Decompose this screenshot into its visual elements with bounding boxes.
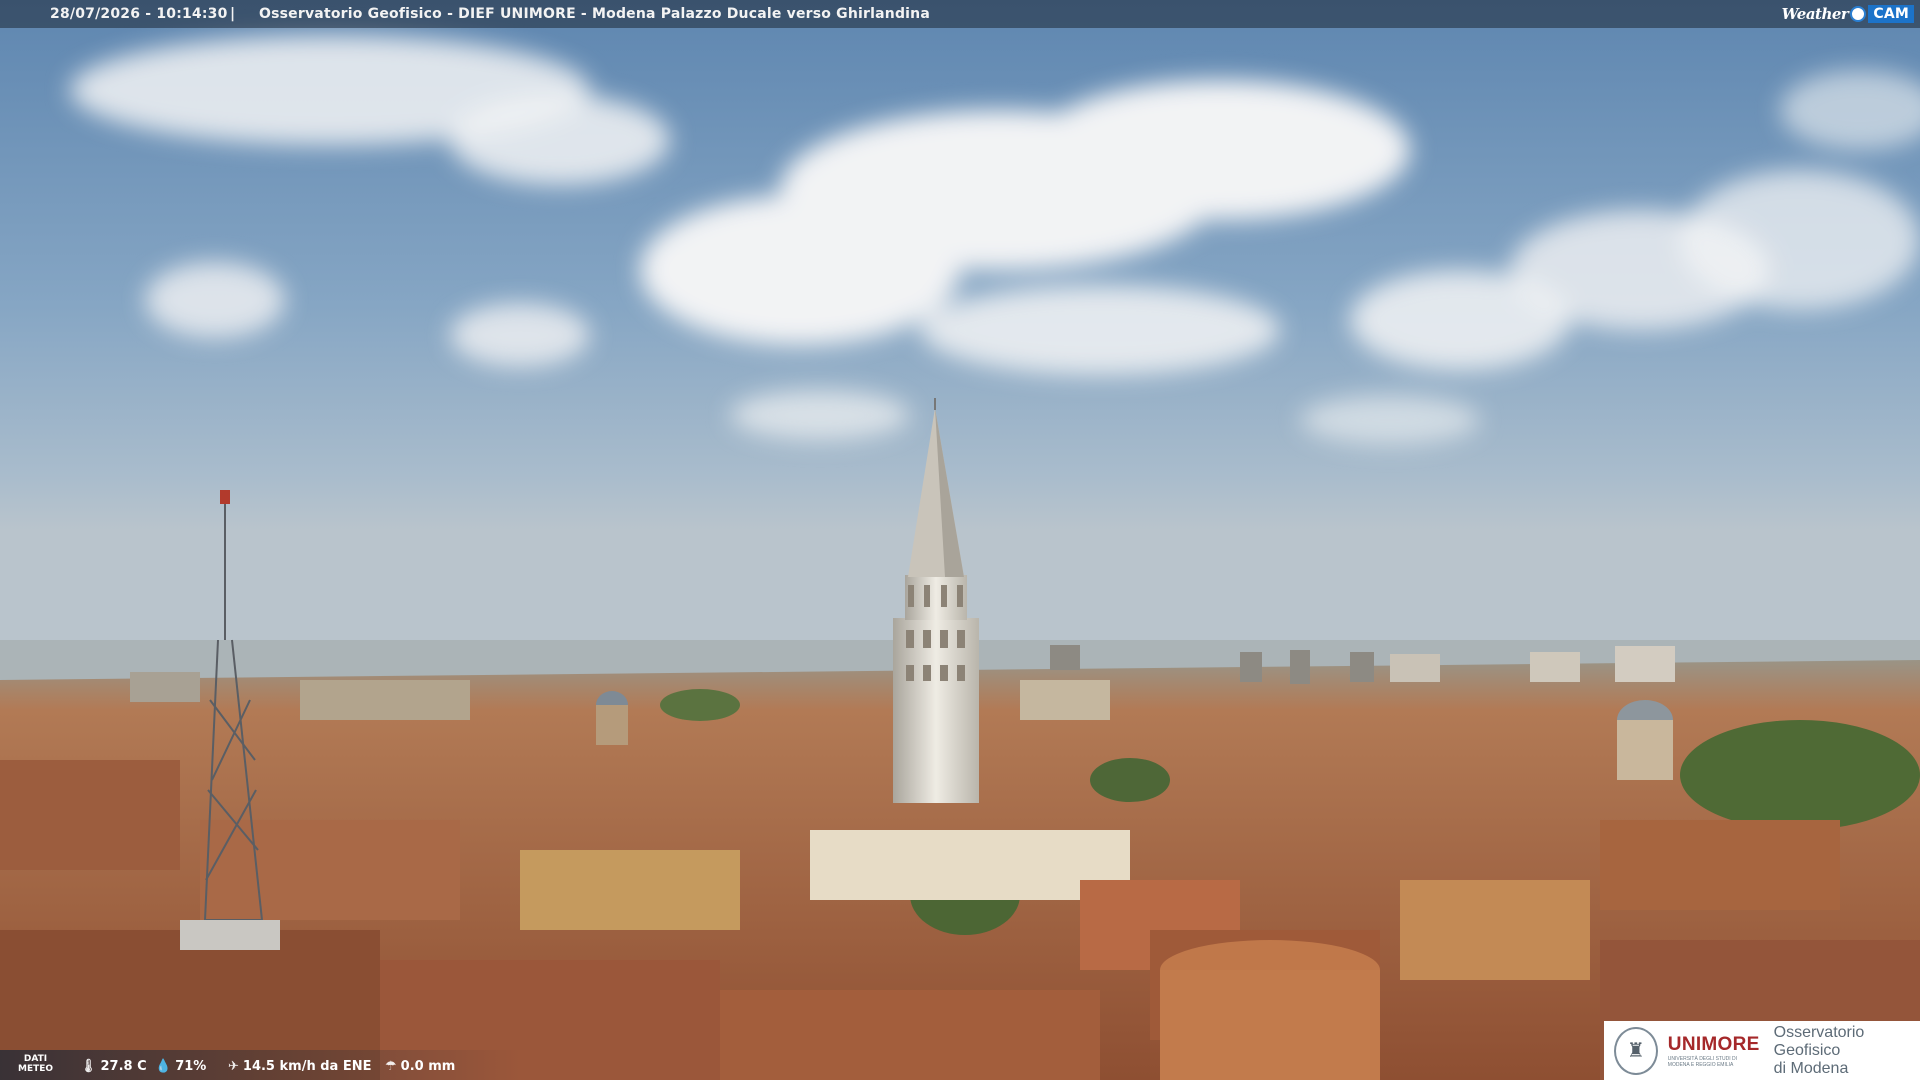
- unimore-logo-box: ♜ UNIMORE UNIVERSITÀ DEGLI STUDI DI MODE…: [1604, 1021, 1920, 1080]
- weathercam-logo: Weather CAM: [1782, 3, 1914, 25]
- humidity-drop-icon: 💧: [155, 1059, 172, 1074]
- temperature-reading: 🌡 27.8 C: [80, 1059, 147, 1074]
- rain-reading: ☂ 0.0 mm: [385, 1059, 456, 1074]
- rain-icon: ☂: [385, 1059, 397, 1074]
- wind-reading: ✈ 14.5 km/h da ENE: [228, 1059, 372, 1074]
- camera-title: Osservatorio Geofisico - DIEF UNIMORE - …: [259, 6, 930, 22]
- university-seal-icon: ♜: [1614, 1026, 1658, 1075]
- caption-separator: |: [230, 6, 236, 22]
- datetime-stamp: 28/07/2026 - 10:14:30: [50, 6, 228, 22]
- weather-data-bar: DATI METEO 🌡 27.8 C 💧 71% ✈ 14.5 km/h da…: [0, 1050, 520, 1080]
- weathercam-brand-cam: CAM: [1868, 5, 1914, 23]
- unimore-logo: UNIMORE UNIVERSITÀ DEGLI STUDI DI MODENA…: [1668, 1034, 1760, 1068]
- observatory-name: Osservatorio Geofisico di Modena: [1773, 1023, 1865, 1077]
- unimore-prefix: UNI: [1667, 1033, 1702, 1055]
- wind-icon: ✈: [228, 1059, 239, 1074]
- weather-data-label: DATI METEO: [18, 1054, 54, 1074]
- webcam-scene: [0, 0, 1920, 1080]
- weathercam-lens-icon: [1850, 6, 1867, 22]
- top-caption-bar: 28/07/2026 - 10:14:30 | Osservatorio Geo…: [0, 0, 1920, 28]
- unimore-suffix: MORE: [1701, 1033, 1760, 1055]
- humidity-reading: 💧 71%: [155, 1059, 207, 1074]
- weathercam-brand-weather: Weather: [1781, 5, 1849, 23]
- thermometer-icon: 🌡: [80, 1059, 97, 1074]
- unimore-subline2: MODENA E REGGIO EMILIA: [1667, 1061, 1734, 1068]
